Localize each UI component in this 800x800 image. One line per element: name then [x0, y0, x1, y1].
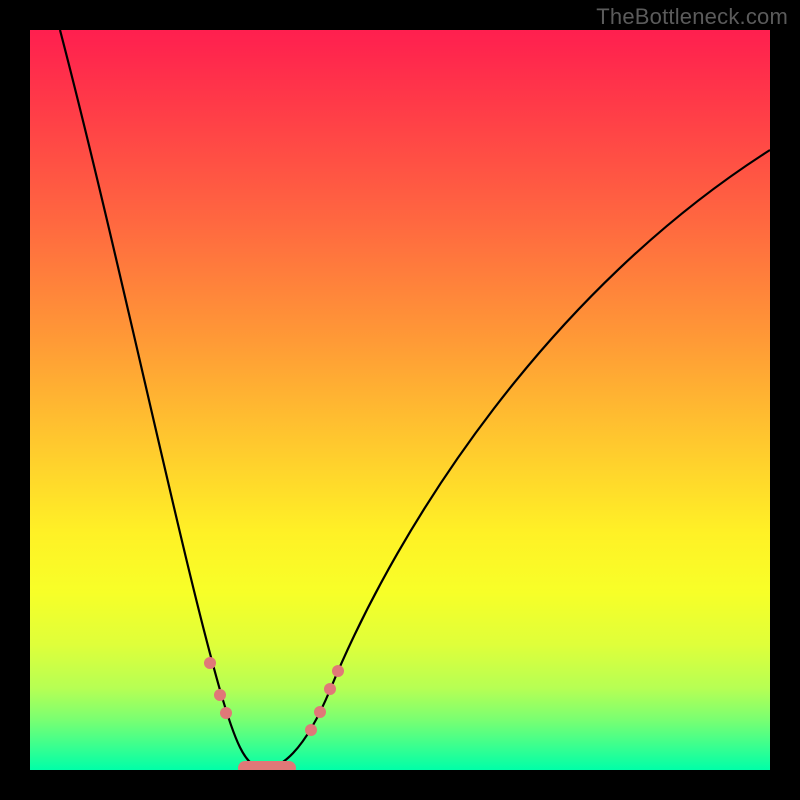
watermark-text: TheBottleneck.com — [596, 4, 788, 30]
chart-frame: TheBottleneck.com — [0, 0, 800, 800]
marker-dot — [332, 665, 344, 677]
marker-capsule — [238, 761, 296, 770]
marker-dot — [214, 689, 226, 701]
chart-plot-area — [30, 30, 770, 770]
marker-dot — [305, 724, 317, 736]
marker-dot — [220, 707, 232, 719]
marker-dot — [204, 657, 216, 669]
chart-svg — [30, 30, 770, 770]
marker-dot — [324, 683, 336, 695]
bottleneck-curve — [60, 30, 770, 768]
marker-dot — [314, 706, 326, 718]
